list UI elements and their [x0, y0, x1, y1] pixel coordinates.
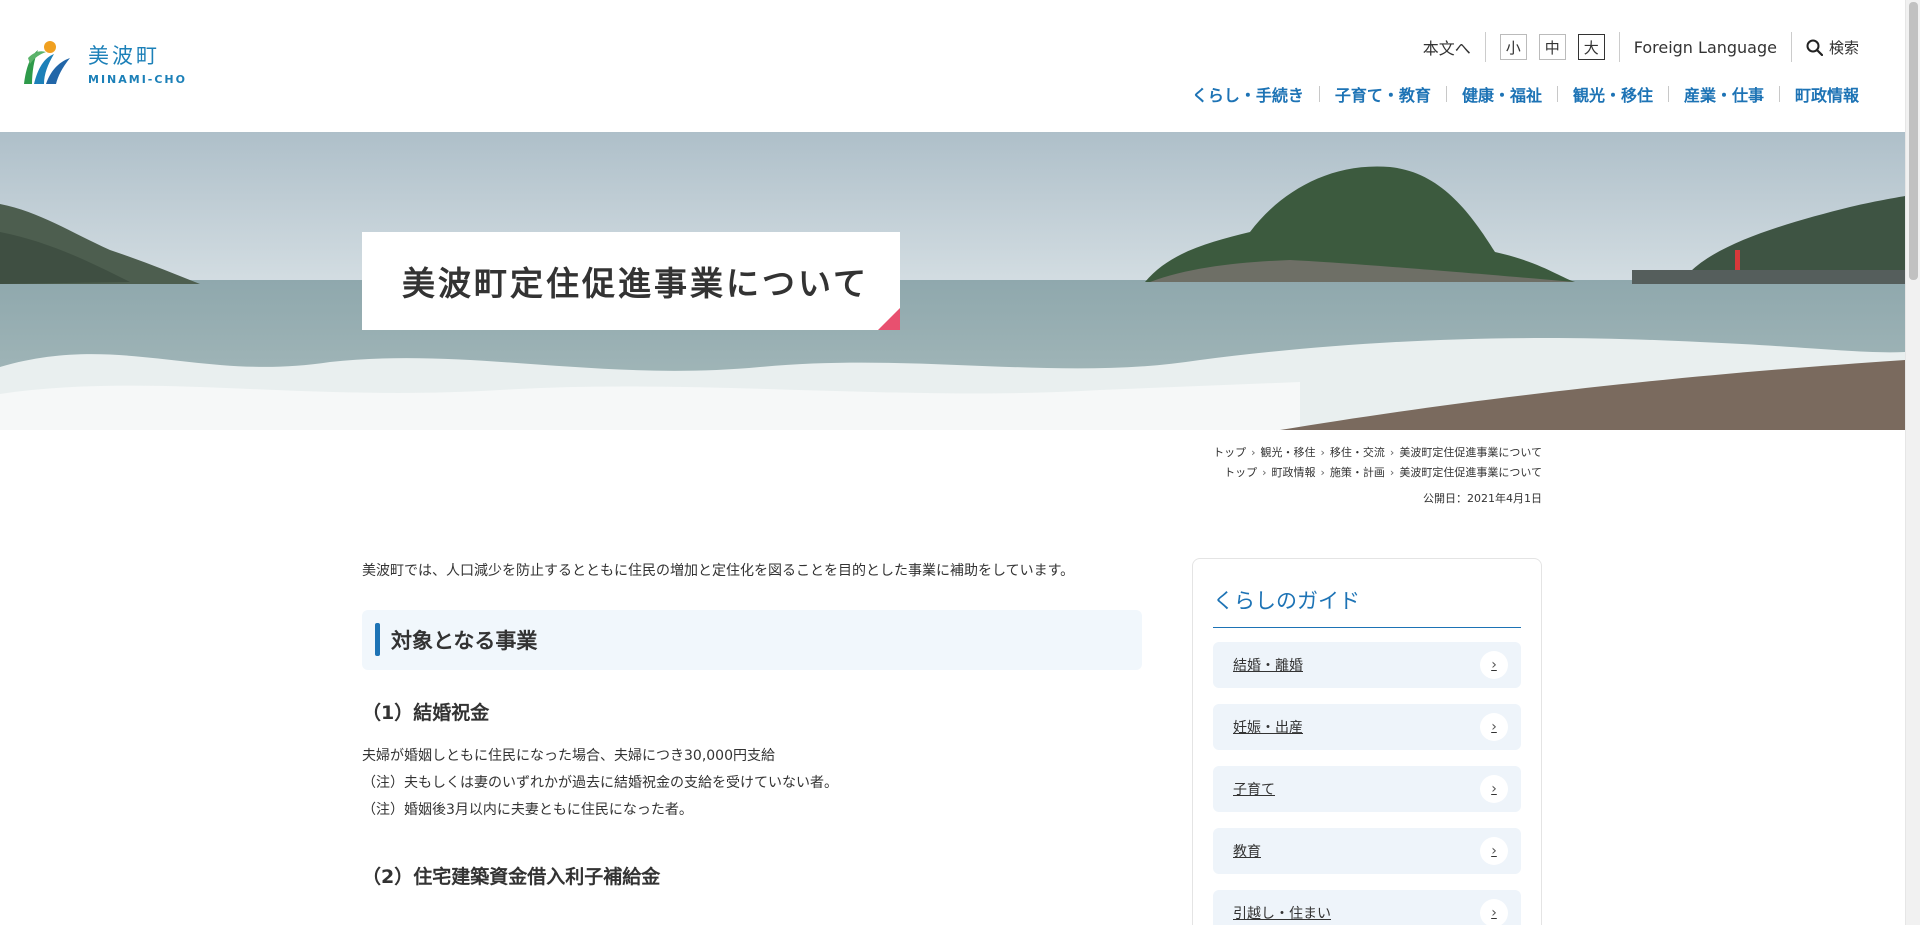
- page-scrollbar[interactable]: [1905, 0, 1920, 925]
- sidebar-item-moving[interactable]: 引越し・住まい ›: [1213, 890, 1521, 925]
- breadcrumb: トップ › 観光・移住 › 移住・交流 › 美波町定住促進事業について トップ › 町政情報 › 施…: [1213, 443, 1542, 509]
- corner-accent: [878, 308, 900, 330]
- search-button[interactable]: 検索: [1792, 37, 1859, 58]
- gnav-item-living[interactable]: くらし・手続き: [1177, 82, 1319, 106]
- subsection-heading: （1）結婚祝金: [362, 702, 490, 724]
- utility-nav: 本文へ 小 中 大 Foreign Language 検索: [1409, 32, 1859, 62]
- sidebar-item-label: 子育て: [1233, 782, 1275, 798]
- lead-paragraph: 美波町では、人口減少を防止するとともに住民の増加と定住化を図ることを目的とした事…: [362, 563, 1075, 579]
- breadcrumb-link[interactable]: 移住・交流: [1330, 446, 1385, 459]
- breadcrumb-link[interactable]: トップ: [1224, 466, 1257, 479]
- logo-en-text: MINAMI-CHO: [88, 73, 187, 86]
- logo-mark-icon: [20, 38, 74, 88]
- breadcrumb-link[interactable]: 観光・移住: [1261, 446, 1316, 459]
- breadcrumb-current: 美波町定住促進事業について: [1399, 466, 1542, 479]
- font-size-medium-button[interactable]: 中: [1538, 34, 1566, 60]
- hero-seascape-image: [0, 132, 1905, 430]
- search-label: 検索: [1828, 38, 1859, 57]
- scrollbar-thumb[interactable]: [1909, 2, 1918, 280]
- sidebar-item-label: 妊娠・出産: [1233, 720, 1303, 736]
- global-nav: くらし・手続き 子育て・教育 健康・福祉 観光・移住 産業・仕事 町政情報: [1177, 82, 1859, 106]
- breadcrumb-link[interactable]: 町政情報: [1272, 466, 1316, 479]
- body-line: 夫婦が婚姻しともに住民になった場合、夫婦につき30,000円支給: [362, 748, 775, 764]
- chevron-right-icon: ›: [1480, 713, 1508, 741]
- sidebar-item-pregnancy[interactable]: 妊娠・出産 ›: [1213, 704, 1521, 750]
- published-date: 公開日：2021年4月1日: [1423, 492, 1542, 505]
- hero-title-box: 美波町定住促進事業について: [362, 232, 900, 330]
- breadcrumb-current: 美波町定住促進事業について: [1399, 446, 1542, 459]
- page-title: 美波町定住促進事業について: [402, 264, 870, 303]
- subsection-heading: （2）住宅建築資金借入利子補給金: [362, 866, 661, 888]
- search-icon: [1806, 39, 1823, 56]
- gnav-item-childcare[interactable]: 子育て・教育: [1320, 82, 1446, 106]
- foreign-language-link[interactable]: Foreign Language: [1620, 38, 1791, 57]
- sidebar-item-label: 教育: [1233, 844, 1261, 860]
- chevron-right-icon: ›: [1480, 651, 1508, 679]
- skip-to-content-link[interactable]: 本文へ: [1409, 35, 1485, 59]
- sidebar-item-label: 結婚・離婚: [1233, 658, 1303, 674]
- section-heading: 対象となる事業: [362, 610, 1142, 670]
- gnav-item-tourism[interactable]: 観光・移住: [1558, 82, 1668, 106]
- subsection-body: 夫婦が婚姻しともに住民になった場合、夫婦につき30,000円支給 （注）夫もしく…: [362, 743, 1142, 824]
- body-line: （注）夫もしくは妻のいずれかが過去に結婚祝金の支給を受けていない者。: [362, 775, 838, 791]
- hero-banner: 美波町定住促進事業について: [0, 132, 1905, 430]
- breadcrumb-row: トップ › 観光・移住 › 移住・交流 › 美波町定住促進事業について: [1213, 446, 1542, 459]
- sidebar-list: 結婚・離婚 › 妊娠・出産 › 子育て › 教育 › 引越し・住まい ›: [1213, 642, 1521, 925]
- sidebar-item-label: 引越し・住まい: [1233, 906, 1331, 922]
- breadcrumb-row: トップ › 町政情報 › 施策・計画 › 美波町定住促進事業について: [1224, 466, 1542, 479]
- font-size-large-button[interactable]: 大: [1577, 34, 1605, 60]
- site-header: 美波町 MINAMI-CHO 本文へ 小 中 大 Foreign Languag…: [0, 0, 1905, 132]
- chevron-right-icon: ›: [1480, 837, 1508, 865]
- font-size-small-button[interactable]: 小: [1499, 34, 1527, 60]
- sidebar-item-education[interactable]: 教育 ›: [1213, 828, 1521, 874]
- chevron-right-icon: ›: [1480, 775, 1508, 803]
- sidebar-item-childcare[interactable]: 子育て ›: [1213, 766, 1521, 812]
- guide-sidebar: くらしのガイド 結婚・離婚 › 妊娠・出産 › 子育て › 教育 › 引越し・住…: [1192, 558, 1542, 925]
- sidebar-title: くらしのガイド: [1213, 559, 1521, 628]
- chevron-right-icon: ›: [1480, 899, 1508, 925]
- site-logo[interactable]: 美波町 MINAMI-CHO: [20, 38, 187, 88]
- breadcrumb-link[interactable]: トップ: [1213, 446, 1246, 459]
- main-content: 美波町では、人口減少を防止するとともに住民の増加と定住化を図ることを目的とした事…: [362, 555, 1142, 889]
- breadcrumb-link[interactable]: 施策・計画: [1330, 466, 1385, 479]
- gnav-item-health[interactable]: 健康・福祉: [1447, 82, 1557, 106]
- logo-jp-text: 美波町: [88, 44, 160, 68]
- body-line: （注）婚姻後3月以内に夫妻ともに住民になった者。: [362, 802, 693, 818]
- gnav-item-industry[interactable]: 産業・仕事: [1669, 82, 1779, 106]
- font-size-switcher: 小 中 大: [1486, 34, 1619, 60]
- sidebar-item-marriage[interactable]: 結婚・離婚 ›: [1213, 642, 1521, 688]
- gnav-item-government[interactable]: 町政情報: [1780, 82, 1859, 106]
